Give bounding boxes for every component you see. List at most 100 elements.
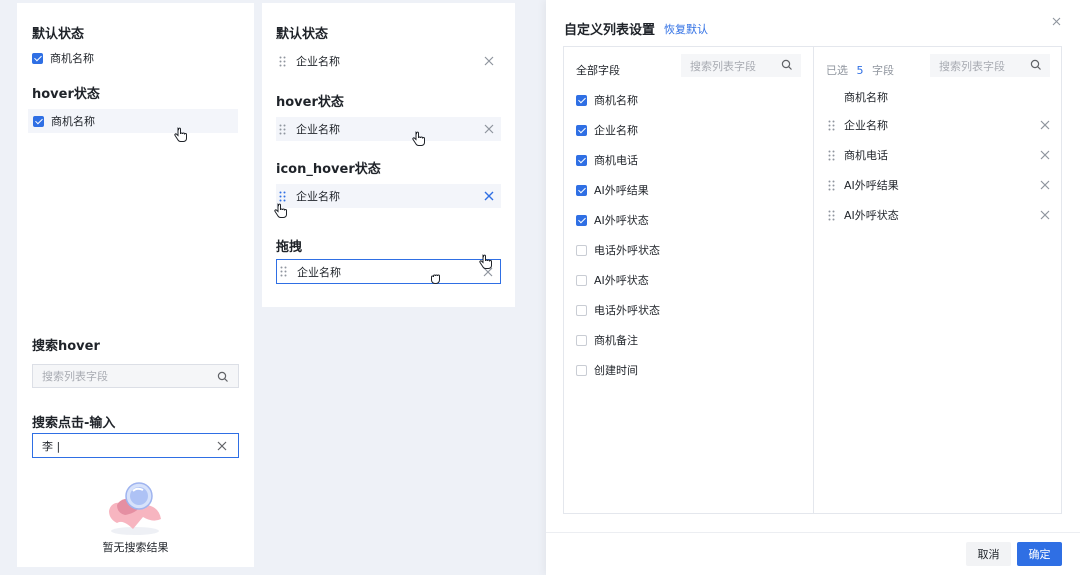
remove-icon[interactable] <box>1040 180 1050 190</box>
confirm-button[interactable]: 确定 <box>1017 542 1062 566</box>
field-label: 企业名称 <box>296 123 340 136</box>
drag-state-title: 拖拽 <box>276 240 303 255</box>
checkbox-checked[interactable] <box>32 52 43 64</box>
icon-hover-state-title: icon_hover状态 <box>276 162 381 177</box>
field-checkbox-row[interactable]: AI外呼状态 <box>576 272 649 288</box>
field-checkbox-row[interactable]: 电话外呼状态 <box>576 302 660 318</box>
empty-illustration <box>103 479 167 537</box>
checkbox-unchecked[interactable] <box>576 304 587 316</box>
field-checkbox-row[interactable]: AI外呼结果 <box>576 182 649 198</box>
selected-field-row[interactable]: AI外呼结果 <box>828 177 1050 193</box>
search-placeholder: 搜索列表字段 <box>690 59 756 73</box>
selected-count: 5 <box>856 64 864 77</box>
all-fields-label: 全部字段 <box>576 64 620 77</box>
default-state-title: 默认状态 <box>276 27 329 42</box>
checkbox-unchecked[interactable] <box>576 364 587 376</box>
field-label: 商机电话 <box>594 154 638 167</box>
close-icon[interactable] <box>1052 17 1061 26</box>
checkbox-checked[interactable] <box>576 214 587 226</box>
checkbox-label: 商机名称 <box>50 52 94 65</box>
footer-divider <box>546 532 1080 533</box>
all-fields-search-input[interactable]: 搜索列表字段 <box>681 54 801 77</box>
field-label: AI外呼状态 <box>844 209 899 222</box>
checkbox-checked[interactable] <box>576 184 587 196</box>
default-state-title: 默认状态 <box>32 27 85 42</box>
draggable-field-row-hover[interactable]: 企业名称 <box>276 117 501 141</box>
column-divider <box>813 47 814 513</box>
hover-state-title: hover状态 <box>32 87 100 102</box>
field-checkbox-row[interactable]: 电话外呼状态 <box>576 242 660 258</box>
field-label: AI外呼结果 <box>594 184 649 197</box>
draggable-field-row[interactable]: 企业名称 <box>276 49 501 73</box>
field-label: 企业名称 <box>296 190 340 203</box>
hand-cursor-icon <box>174 127 188 143</box>
search-hover-input[interactable]: 搜索列表字段 <box>32 364 239 388</box>
drag-handle-icon[interactable] <box>828 150 835 161</box>
checkbox-checked[interactable] <box>576 124 587 136</box>
field-label: 商机备注 <box>594 334 638 347</box>
search-active-input[interactable]: 李 | <box>32 433 239 458</box>
clear-icon[interactable] <box>217 441 229 453</box>
search-icon[interactable] <box>217 371 229 383</box>
field-selector-box: 全部字段 搜索列表字段 商机名称 企业名称 商机电话 AI外呼结果 AI外呼状态 电话外呼… <box>563 46 1062 514</box>
search-icon[interactable] <box>781 59 793 71</box>
hand-cursor-icon <box>479 254 493 270</box>
field-checkbox-row[interactable]: 企业名称 <box>576 122 638 138</box>
selected-fields-search-input[interactable]: 搜索列表字段 <box>930 54 1050 77</box>
drag-handle-icon[interactable] <box>280 266 287 277</box>
checkbox-checked[interactable] <box>33 115 44 127</box>
field-label: 创建时间 <box>594 364 638 377</box>
hover-checkbox-row[interactable]: 商机名称 <box>28 109 238 133</box>
remove-icon[interactable] <box>484 191 494 201</box>
search-input-value: 李 | <box>42 439 61 453</box>
selected-prefix: 已选 <box>826 64 848 77</box>
selected-field-row[interactable]: 商机电话 <box>828 147 1050 163</box>
field-label: 企业名称 <box>296 55 340 68</box>
search-icon[interactable] <box>1030 59 1042 71</box>
field-checkbox-row[interactable]: 商机备注 <box>576 332 638 348</box>
hand-cursor-icon <box>412 131 426 147</box>
grab-cursor-icon <box>429 271 443 285</box>
field-checkbox-row[interactable]: AI外呼状态 <box>576 212 649 228</box>
field-checkbox-row[interactable]: 商机电话 <box>576 152 638 168</box>
checkbox-unchecked[interactable] <box>576 244 587 256</box>
field-checkbox-row[interactable]: 创建时间 <box>576 362 638 378</box>
remove-icon[interactable] <box>1040 210 1050 220</box>
drag-handle-icon[interactable] <box>279 56 286 67</box>
drag-handle-icon[interactable] <box>279 191 286 202</box>
field-label: 商机名称 <box>594 94 638 107</box>
checkbox-unchecked[interactable] <box>576 274 587 286</box>
checkbox-unchecked[interactable] <box>576 334 587 346</box>
selected-field-row[interactable]: 企业名称 <box>828 117 1050 133</box>
default-checkbox-row[interactable]: 商机名称 <box>32 50 94 66</box>
field-checkbox-row[interactable]: 商机名称 <box>576 92 638 108</box>
field-label: 商机电话 <box>844 149 888 162</box>
custom-list-settings-dialog: 自定义列表设置 恢复默认 全部字段 搜索列表字段 商机名称 企业名称 商机电话 AI外… <box>546 0 1080 575</box>
drag-handle-icon[interactable] <box>828 210 835 221</box>
dragging-field-row[interactable]: 企业名称 <box>276 259 501 284</box>
drag-handle-icon[interactable] <box>828 180 835 191</box>
drag-handle-icon[interactable] <box>279 124 286 135</box>
hover-state-title: hover状态 <box>276 95 344 110</box>
hand-cursor-icon <box>274 203 288 219</box>
remove-icon[interactable] <box>484 124 494 134</box>
drag-handle-icon[interactable] <box>828 120 835 131</box>
draggable-field-row-icon-hover[interactable]: 企业名称 <box>276 184 501 208</box>
search-placeholder: 搜索列表字段 <box>42 370 108 383</box>
field-label: AI外呼结果 <box>844 179 899 192</box>
cancel-button[interactable]: 取消 <box>966 542 1011 566</box>
remove-icon[interactable] <box>1040 120 1050 130</box>
checkbox-label: 商机名称 <box>51 115 95 128</box>
search-input-title: 搜索点击-输入 <box>32 416 116 431</box>
fixed-field-label: 商机名称 <box>844 91 888 104</box>
checkbox-checked[interactable] <box>576 154 587 166</box>
field-label: 企业名称 <box>844 119 888 132</box>
remove-icon[interactable] <box>484 56 494 66</box>
selected-count-label: 已选 5 字段 <box>826 62 894 78</box>
selected-field-row[interactable]: AI外呼状态 <box>828 207 1050 223</box>
search-hover-title: 搜索hover <box>32 339 100 354</box>
empty-result-text: 暂无搜索结果 <box>102 541 169 554</box>
checkbox-checked[interactable] <box>576 94 587 106</box>
reset-default-link[interactable]: 恢复默认 <box>664 21 708 37</box>
remove-icon[interactable] <box>1040 150 1050 160</box>
